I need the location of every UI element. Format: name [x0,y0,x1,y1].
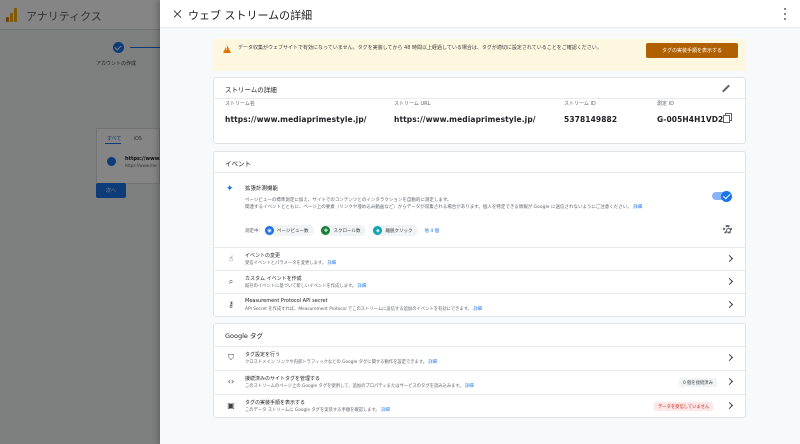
stream-url-label: ストリーム URL [394,101,431,107]
row-desc: このデータ ストリームに Google タグを実装する手順を確認します。 詳細 [245,407,390,413]
chip-page-views[interactable]: ◉ ページビュー数 [264,225,315,236]
divider [214,98,745,99]
chip-label: 離脱クリック [385,228,413,234]
row-desc-text: このストリームのページ上の Google タグを使用して、追加のプロパティまたは… [245,384,464,389]
close-icon[interactable] [171,7,185,21]
row-details-link[interactable]: 詳細 [381,408,390,413]
measuring-label: 測定中: [245,228,261,234]
copy-icon[interactable] [723,113,732,123]
manage-connected-tags-row[interactable]: ‹› 接続済みのサイトタグを管理する このストリームのページ上の Google … [214,371,745,393]
toggle-check-icon [721,190,732,202]
sparkle-cursor-icon: ⌕ [228,277,234,286]
chip-outbound-clicks[interactable]: ◈ 離脱クリック [372,225,419,236]
row-title: カスタム イベントを作成 [245,276,302,282]
row-details-link[interactable]: 詳細 [358,284,367,289]
enhanced-measurement-toggle[interactable] [712,190,732,202]
google-tag-card: Google タグ ⛉ タグ設定を行う クロスドメイン リンクや内部トラフィック… [213,323,746,418]
warning-icon [223,45,231,53]
more-options-icon[interactable] [782,8,788,20]
key-icon: ⚷ [228,300,234,309]
more-events-link[interactable]: 他 4 個 [424,228,439,234]
enhanced-measurement-title: 拡張計測機能 [245,186,279,192]
configure-tag-row[interactable]: ⛉ タグ設定を行う クロスドメイン リンクや内部トラフィックなどの Google… [214,347,745,369]
chevron-right-icon [725,254,734,263]
row-title: 接続済みのサイトタグを管理する [245,376,321,382]
measurement-id-value: G-005H4H1VD2 [657,115,724,124]
stream-id-value: 5378149882 [564,115,618,124]
stream-details-card: ストリームの詳細 ストリーム名 https://www.mediaprimest… [213,77,746,144]
gear-icon[interactable] [723,225,732,234]
stream-name-label: ストリーム名 [225,101,255,107]
create-custom-event-row[interactable]: ⌕ カスタム イベントを作成 既存のイベントに基づいて新しいイベントを作成します… [214,271,745,293]
outbound-click-icon: ◈ [373,226,383,235]
stream-id-label: ストリーム ID [564,101,596,107]
row-desc-text: API Secret を作成すれば、Measurement Protocol で… [245,307,472,312]
warning-text: データ収集がウェブサイトで有効になっていません。タグを実装してから 48 時間以… [238,45,602,51]
chevron-right-icon [725,401,734,410]
row-desc: 受信イベントとパラメータを変更します。 詳細 [245,260,336,266]
chevron-right-icon [725,353,734,362]
row-desc-text: 既存のイベントに基づいて新しいイベントを作成します。 [245,284,357,289]
code-icon: ‹› [227,377,235,386]
row-desc: 既存のイベントに基づいて新しいイベントを作成します。 詳細 [245,283,366,289]
tag-icon: ⛉ [228,353,234,362]
row-title: Measurement Protocol API secret [245,298,328,304]
row-details-link[interactable]: 詳細 [428,360,437,365]
page-view-icon: ◉ [265,226,275,235]
edit-pencil-icon[interactable] [721,84,731,94]
scroll-icon: ✥ [321,226,331,235]
measurement-id-field: 測定 ID G-005H4H1VD2 [657,100,732,124]
row-desc: クロスドメイン リンクや内部トラフィックなどの Google タグに関する動作を… [245,359,437,365]
touch-icon: ☝ [228,254,234,263]
row-title: タグの実装手順を表示する [245,400,306,406]
view-tag-instructions-button[interactable]: タグの実装手順を表示する [646,43,738,58]
panel-header: ウェブ ストリームの詳細 [160,0,800,28]
instructions-icon: ▣ [227,401,235,410]
connected-count-badge: 0 個を接続済み [679,378,717,387]
stream-details-title: ストリームの詳細 [225,86,277,94]
measuring-chips: 測定中: ◉ ページビュー数 ✥ スクロール数 ◈ 離脱クリック 他 4 個 [245,225,439,236]
chevron-right-icon [725,377,734,386]
row-desc-text: 受信イベントとパラメータを変更します。 [245,261,327,266]
stream-id-field: ストリーム ID 5378149882 [564,100,617,124]
stream-url-field: ストリーム URL https://www.mediaprimestyle.jp… [394,100,536,124]
enhanced-details-link[interactable]: 詳細 [633,205,642,210]
measurement-id-label: 測定 ID [657,101,674,107]
events-card: イベント ✦ 拡張計測機能 ページビューの標準測定に加え、サイトでのコンテンツと… [213,151,746,317]
chip-label: スクロール数 [333,228,361,234]
row-details-link[interactable]: 詳細 [465,384,474,389]
enhanced-desc-line2: 関連するイベントとともに、ページ上の要素（リンクや埋め込み動画など）からデータが… [245,205,632,210]
stream-url-value: https://www.mediaprimestyle.jp/ [394,115,536,124]
row-title: タグ設定を行う [245,352,281,358]
modify-events-row[interactable]: ☝ イベントの変更 受信イベントとパラメータを変更します。 詳細 [214,248,745,270]
panel-title: ウェブ ストリームの詳細 [188,9,313,22]
no-data-status-badge: データを受信していません [654,402,714,411]
sparkle-icon: ✦ [226,184,234,194]
enhanced-desc-line1: ページビューの標準測定に加え、サイトでのコンテンツとのインタラクションを自動的に… [245,198,452,203]
enhanced-measurement-desc: ページビューの標準測定に加え、サイトでのコンテンツとのインタラクションを自動的に… [245,197,715,211]
divider [214,172,745,173]
row-desc: API Secret を作成すれば、Measurement Protocol で… [245,306,482,312]
chevron-right-icon [725,277,734,286]
stream-name-field: ストリーム名 https://www.mediaprimestyle.jp/ [225,100,367,124]
row-details-link[interactable]: 詳細 [327,261,336,266]
measurement-protocol-row[interactable]: ⚷ Measurement Protocol API secret API Se… [214,294,745,316]
row-desc-text: このデータ ストリームに Google タグを実装する手順を確認します。 [245,408,380,413]
events-title: イベント [225,160,251,168]
chip-scrolls[interactable]: ✥ スクロール数 [320,225,367,236]
view-tag-instructions-row[interactable]: ▣ タグの実装手順を表示する このデータ ストリームに Google タグを実装… [214,395,745,417]
stream-name-value: https://www.mediaprimestyle.jp/ [225,115,367,124]
chevron-right-icon [725,300,734,309]
data-collection-warning: データ収集がウェブサイトで有効になっていません。タグを実装してから 48 時間以… [213,39,746,71]
row-desc: このストリームのページ上の Google タグを使用して、追加のプロパティまたは… [245,383,474,389]
row-details-link[interactable]: 詳細 [473,307,482,312]
google-tag-title: Google タグ [225,332,263,340]
row-title: イベントの変更 [245,253,281,259]
row-desc-text: クロスドメイン リンクや内部トラフィックなどの Google タグに関する動作を… [245,360,428,365]
chip-label: ページビュー数 [277,228,309,234]
